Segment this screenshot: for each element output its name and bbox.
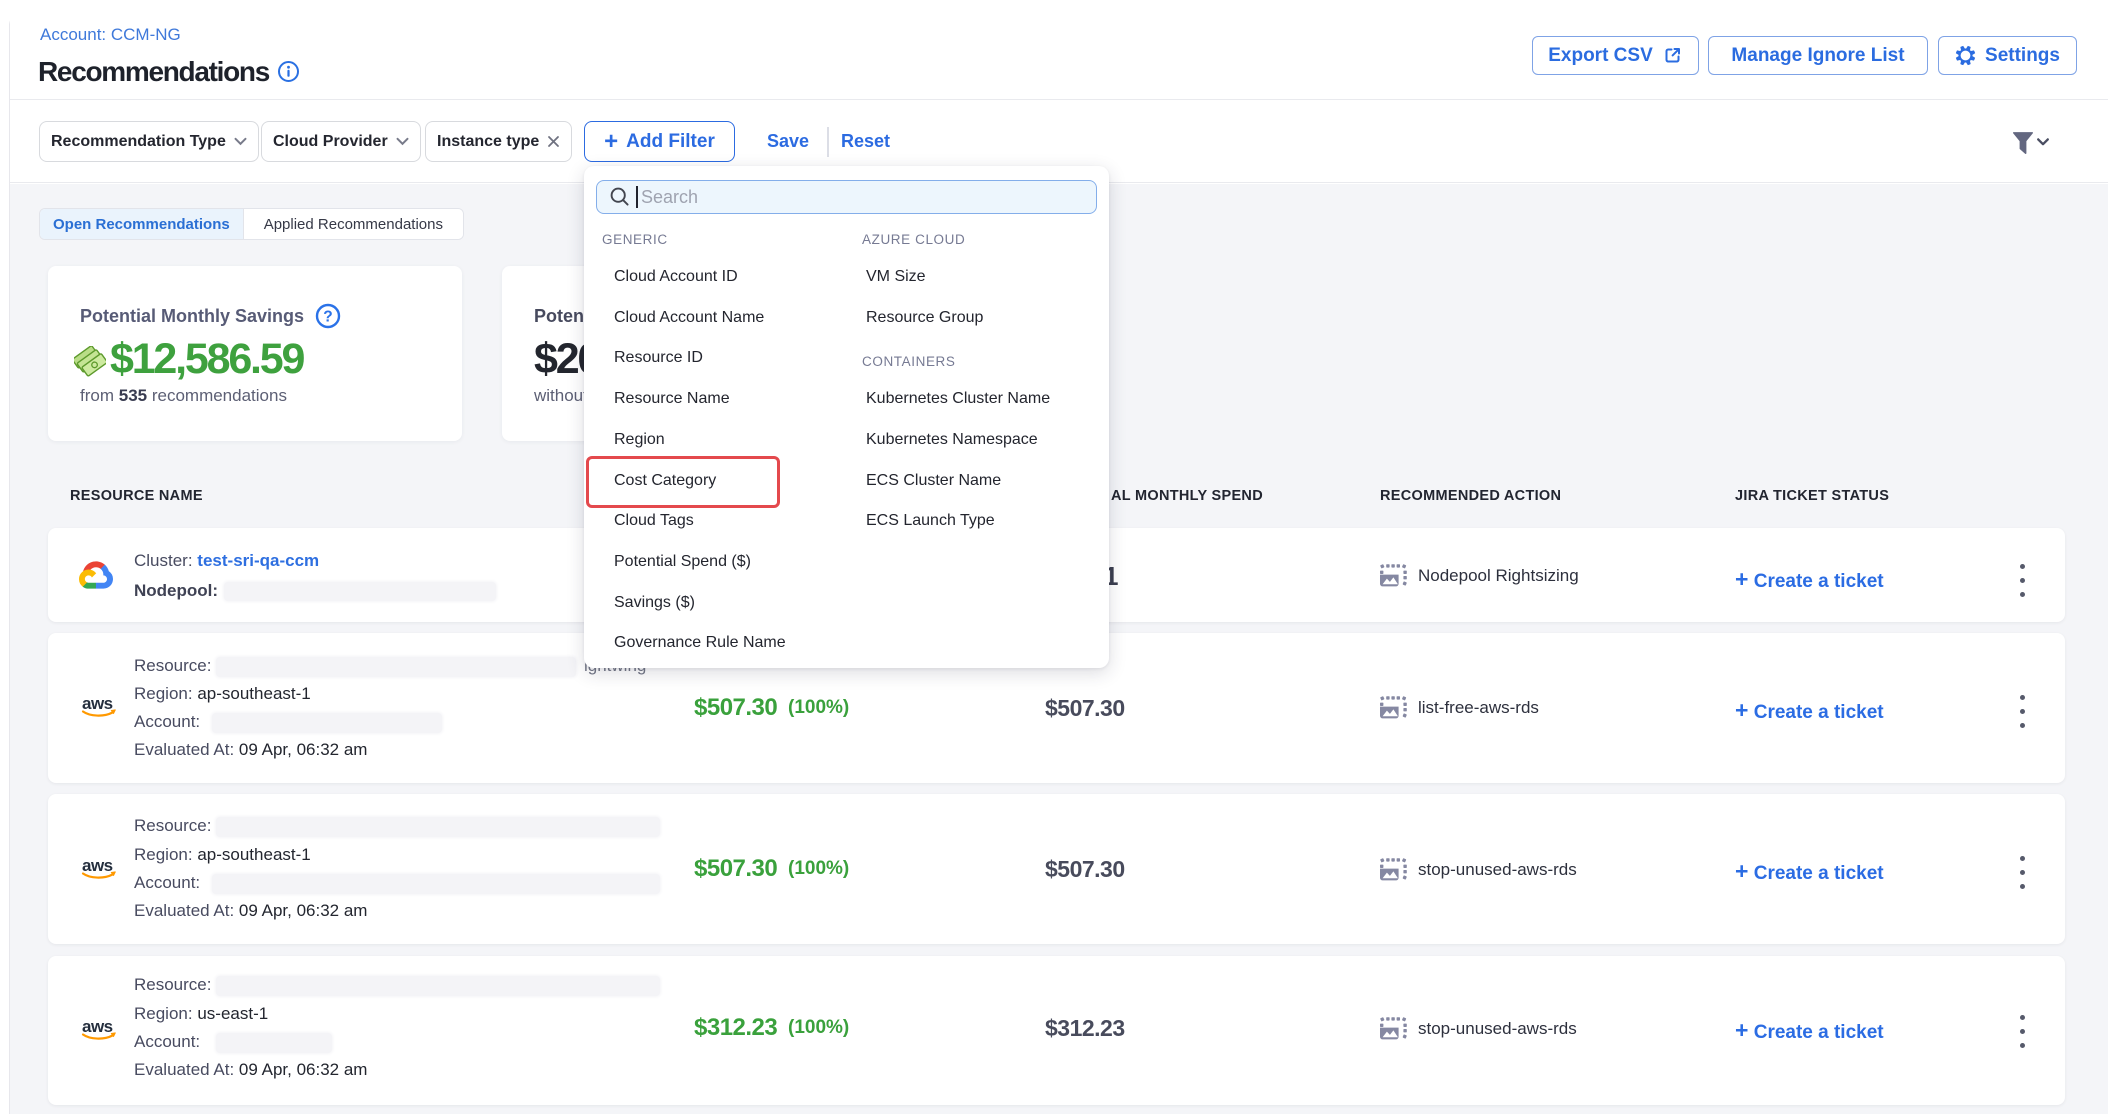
svg-text:?: ? — [323, 309, 332, 326]
svg-text:aws: aws — [82, 856, 113, 875]
svg-text:aws: aws — [82, 694, 113, 713]
svg-text:aws: aws — [82, 1017, 113, 1036]
